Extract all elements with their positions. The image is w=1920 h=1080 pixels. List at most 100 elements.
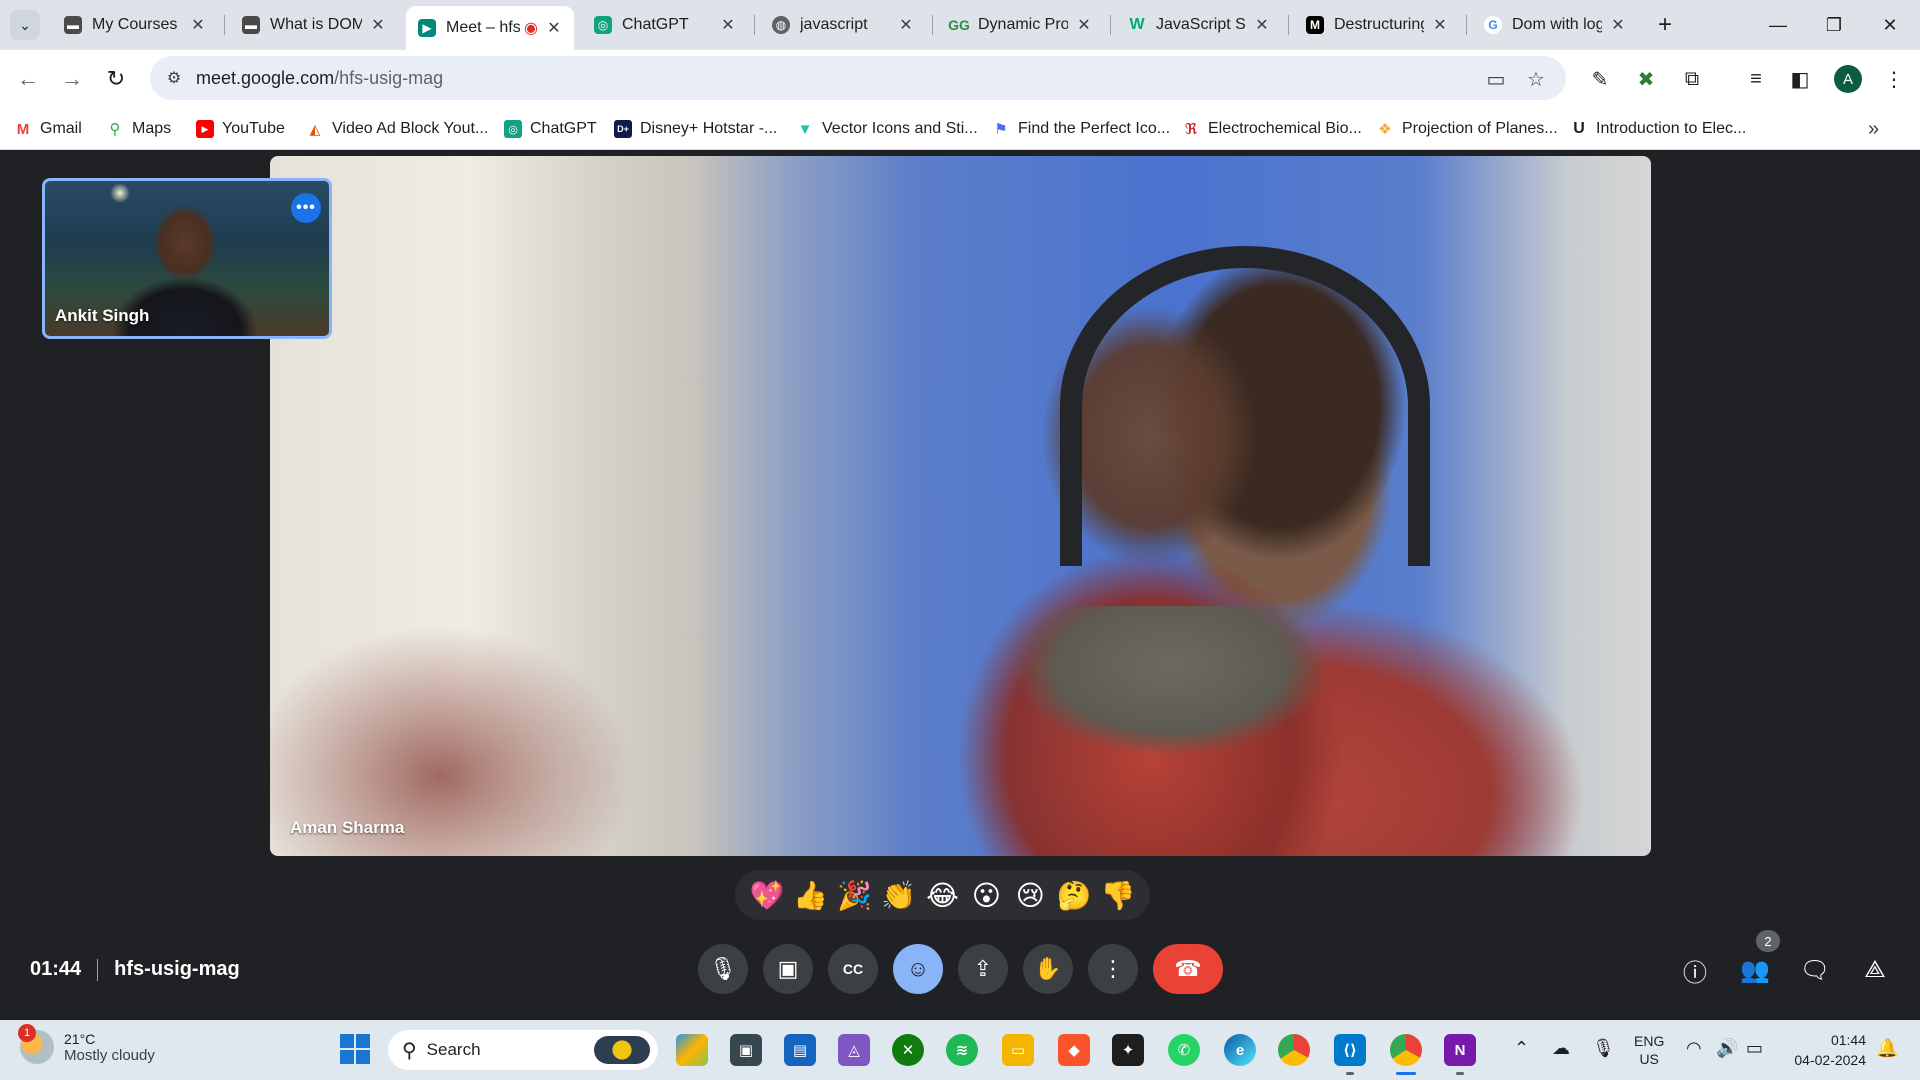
task-view-icon[interactable]: ▣ [730,1034,762,1066]
tab-meet[interactable]: ▶ Meet – hfs-usig-mag ◉ ✕ [406,6,574,50]
system-clock[interactable]: 01:44 04-02-2024 [1786,1030,1866,1070]
reaction-surprised[interactable]: 😮 [968,877,1004,913]
new-tab-button[interactable]: + [1650,10,1680,40]
more-options-icon[interactable]: ••• [291,193,321,223]
star-icon[interactable]: ☆ [1524,67,1548,91]
battery-icon[interactable]: ▭ [1746,1038,1763,1059]
site-info-icon[interactable]: ⚙ [164,68,184,88]
present-screen-button[interactable]: ⇪ [958,944,1008,994]
url-text[interactable]: meet.google.com/hfs-usig-mag [196,68,443,89]
bookmark-electrochemical[interactable]: ℜ Electrochemical Bio... [1182,117,1362,141]
start-button[interactable] [340,1034,370,1064]
tab-what-is-dom[interactable]: ▬ What is DOM ✕ [230,8,398,42]
reaction-thinking[interactable]: 🤔 [1056,877,1092,913]
taskbar-search[interactable]: ⚲ Search [388,1030,658,1070]
tab-javascript[interactable]: ◍ javascript ✕ [760,8,926,42]
bookmark-projection-of-planes[interactable]: ❖ Projection of Planes... [1376,117,1558,141]
reaction-clapping[interactable]: 👏 [881,877,917,913]
media-control-icon[interactable]: ≡ [1742,65,1770,93]
language-indicator[interactable]: ENG US [1634,1032,1664,1068]
close-tab-icon[interactable]: ✕ [1608,15,1628,35]
chat-button[interactable]: 🗨 [1797,952,1833,988]
whatsapp-app-icon[interactable]: ✆ [1168,1034,1200,1066]
reaction-thumbs-up[interactable]: 👍 [793,877,829,913]
onedrive-icon[interactable]: ☁ [1552,1038,1570,1059]
more-options-button[interactable]: ⋮ [1088,944,1138,994]
weather-widget[interactable]: 1 21°C Mostly cloudy [18,1024,155,1064]
volume-icon[interactable]: 🔊 [1716,1038,1738,1059]
close-tab-icon[interactable]: ✕ [718,15,738,35]
bookmark-maps[interactable]: ⚲ Maps [106,117,171,141]
camera-button[interactable]: ▣ [763,944,813,994]
extension-icon[interactable]: ✖ [1632,65,1660,93]
tab-search-button[interactable]: ⌄ [10,10,40,40]
figma-app-icon[interactable]: ✦ [1112,1034,1144,1066]
reaction-party-popper[interactable]: 🎉 [837,877,873,913]
bookmark-video-ad-block[interactable]: ◭ Video Ad Block Yout... [306,117,488,141]
reactions-button[interactable]: ☺ [893,944,943,994]
close-tab-icon[interactable]: ✕ [368,15,388,35]
reaction-sparkling-heart[interactable]: 💖 [749,877,785,913]
file-explorer-icon[interactable]: ▭ [1002,1034,1034,1066]
vscode-app-icon[interactable]: ⟨⟩ [1334,1034,1366,1075]
bookmark-gmail[interactable]: M Gmail [14,117,82,141]
raise-hand-button[interactable]: ✋ [1023,944,1073,994]
bookmark-intro-elec[interactable]: U Introduction to Elec... [1570,117,1746,141]
chrome-browser-icon[interactable] [1278,1034,1310,1066]
back-button[interactable]: ← [12,63,44,95]
bookmark-vector-icons[interactable]: ▼ Vector Icons and Sti... [796,117,978,141]
puzzle-icon[interactable]: ⧉ [1678,65,1706,93]
activities-button[interactable]: ⟁ [1857,952,1893,988]
close-tab-icon[interactable]: ✕ [1252,15,1272,35]
address-bar[interactable]: ⚙ meet.google.com/hfs-usig-mag ▭ ☆ [150,56,1566,100]
profile-avatar[interactable]: A [1834,65,1862,93]
store-app-icon[interactable]: ▤ [784,1034,816,1066]
close-tab-icon[interactable]: ✕ [896,15,916,35]
bookmark-disney-hotstar[interactable]: D+ Disney+ Hotstar -... [614,117,777,141]
people-button[interactable]: 👥 [1737,952,1773,988]
tab-chatgpt[interactable]: ◎ ChatGPT ✕ [582,8,748,42]
copilot-app-icon[interactable] [676,1034,708,1066]
eyedropper-icon[interactable]: ✎ [1586,65,1614,93]
minimize-button[interactable]: — [1750,0,1806,50]
tab-javascript-string[interactable]: W JavaScript String ✕ [1116,8,1282,42]
bookmark-chatgpt[interactable]: ◎ ChatGPT [504,117,597,141]
self-video-tile[interactable]: ••• Ankit Singh [42,178,332,339]
side-panel-icon[interactable]: ◧ [1786,65,1814,93]
notification-bell-icon[interactable]: 🔔 [1876,1038,1898,1059]
wifi-icon[interactable]: ◠ [1686,1038,1702,1059]
spotify-app-icon[interactable]: ≋ [946,1034,978,1066]
microphone-button[interactable]: 🎙 [698,944,748,994]
tab-destructuring[interactable]: M Destructuring assignment ✕ [1294,8,1460,42]
brave-browser-icon[interactable]: ◆ [1058,1034,1090,1066]
reaction-crying[interactable]: 😢 [1012,877,1048,913]
edge-browser-icon[interactable]: e [1224,1034,1256,1066]
camera-icon[interactable]: ▭ [1484,67,1508,91]
chevron-up-icon[interactable]: ⌃ [1514,1038,1529,1059]
forward-button[interactable]: → [56,63,88,95]
microphone-icon[interactable]: 🎙 [1592,1038,1615,1059]
captions-button[interactable]: CC [828,944,878,994]
close-tab-icon[interactable]: ✕ [544,18,564,38]
chrome-profile-app-icon[interactable] [1390,1034,1422,1075]
tab-dynamic-programming[interactable]: GG Dynamic Programming ✕ [938,8,1104,42]
bookmark-find-icon[interactable]: ⚑ Find the Perfect Ico... [992,117,1170,141]
close-tab-icon[interactable]: ✕ [1430,15,1450,35]
more-bookmarks-icon[interactable]: » [1868,118,1879,141]
close-tab-icon[interactable]: ✕ [188,15,208,35]
proton-vpn-icon[interactable]: ◬ [838,1034,870,1066]
bookmark-youtube[interactable]: ▶ YouTube [196,117,285,141]
meeting-details-button[interactable]: ⓘ [1677,952,1713,988]
tab-my-courses[interactable]: ▬ My Courses ✕ [52,8,218,42]
onenote-app-icon[interactable]: N [1444,1034,1476,1075]
reaction-laughing[interactable]: 😂 [924,877,960,913]
tab-dom-with-logic[interactable]: G Dom with logic ✕ [1472,8,1638,42]
restore-button[interactable]: ❐ [1806,0,1862,50]
reaction-thumbs-down[interactable]: 👎 [1100,877,1136,913]
xbox-app-icon[interactable]: ✕ [892,1034,924,1066]
leave-call-button[interactable]: ☎ [1153,944,1223,994]
close-tab-icon[interactable]: ✕ [1074,15,1094,35]
close-window-button[interactable]: ✕ [1862,0,1918,50]
menu-icon[interactable]: ⋮ [1880,65,1908,93]
reload-button[interactable]: ↻ [100,63,132,95]
